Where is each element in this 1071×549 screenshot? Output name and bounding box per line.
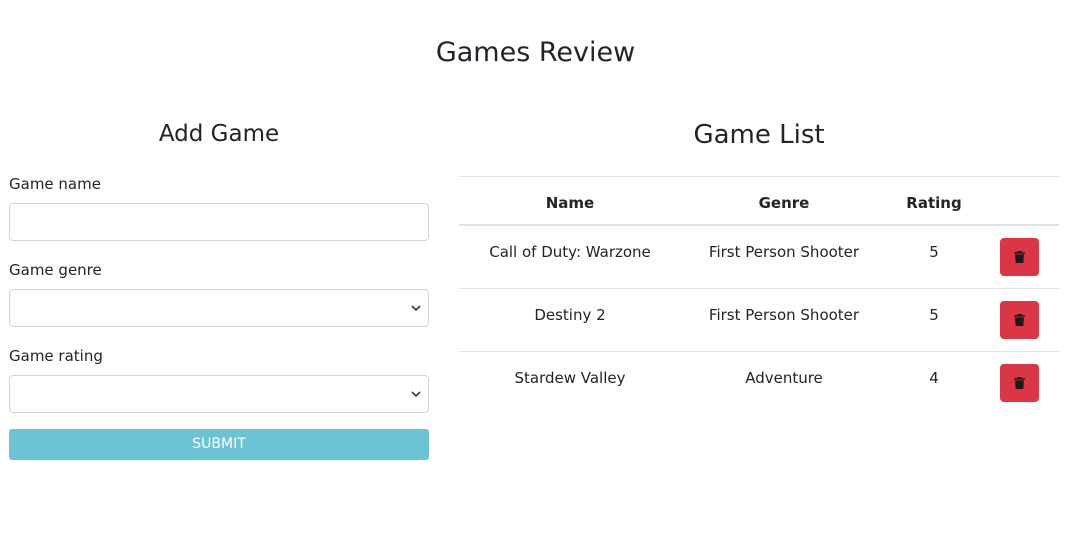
delete-button[interactable]	[1000, 364, 1039, 402]
game-genre-select[interactable]	[9, 289, 429, 327]
game-rating-label: Game rating	[9, 347, 103, 365]
table-row: Stardew Valley Adventure 4	[459, 352, 1059, 415]
chevron-down-icon	[411, 391, 421, 398]
delete-button[interactable]	[1000, 301, 1039, 339]
column-header-genre: Genre	[758, 194, 810, 212]
trash-icon	[1014, 314, 1025, 326]
game-genre-cell: First Person Shooter	[708, 306, 860, 324]
game-genre-cell: First Person Shooter	[708, 243, 860, 261]
game-rating-select[interactable]	[9, 375, 429, 413]
table-header: Name Genre Rating	[459, 176, 1059, 226]
game-name-cell: Destiny 2	[534, 306, 606, 324]
game-table: Name Genre Rating Call of Duty: Warzone …	[459, 176, 1059, 415]
game-name-input[interactable]	[9, 203, 429, 241]
trash-icon	[1014, 377, 1025, 389]
column-header-rating: Rating	[906, 194, 962, 212]
game-rating-cell: 5	[929, 243, 939, 261]
column-header-name: Name	[545, 194, 595, 212]
table-row: Destiny 2 First Person Shooter 5	[459, 289, 1059, 352]
game-list-title: Game List	[693, 120, 825, 150]
add-game-title: Add Game	[158, 121, 280, 147]
game-name-label: Game name	[9, 175, 101, 193]
delete-button[interactable]	[1000, 238, 1039, 276]
submit-button[interactable]: SUBMIT	[9, 429, 429, 460]
page-title: Games Review	[435, 37, 636, 68]
game-name-cell: Stardew Valley	[514, 369, 626, 387]
game-genre-cell: Adventure	[745, 369, 823, 387]
chevron-down-icon	[411, 305, 421, 312]
game-rating-cell: 4	[929, 369, 939, 387]
table-row: Call of Duty: Warzone First Person Shoot…	[459, 226, 1059, 289]
trash-icon	[1014, 251, 1025, 263]
game-genre-label: Game genre	[9, 261, 102, 279]
game-rating-cell: 5	[929, 306, 939, 324]
game-name-cell: Call of Duty: Warzone	[489, 243, 651, 261]
